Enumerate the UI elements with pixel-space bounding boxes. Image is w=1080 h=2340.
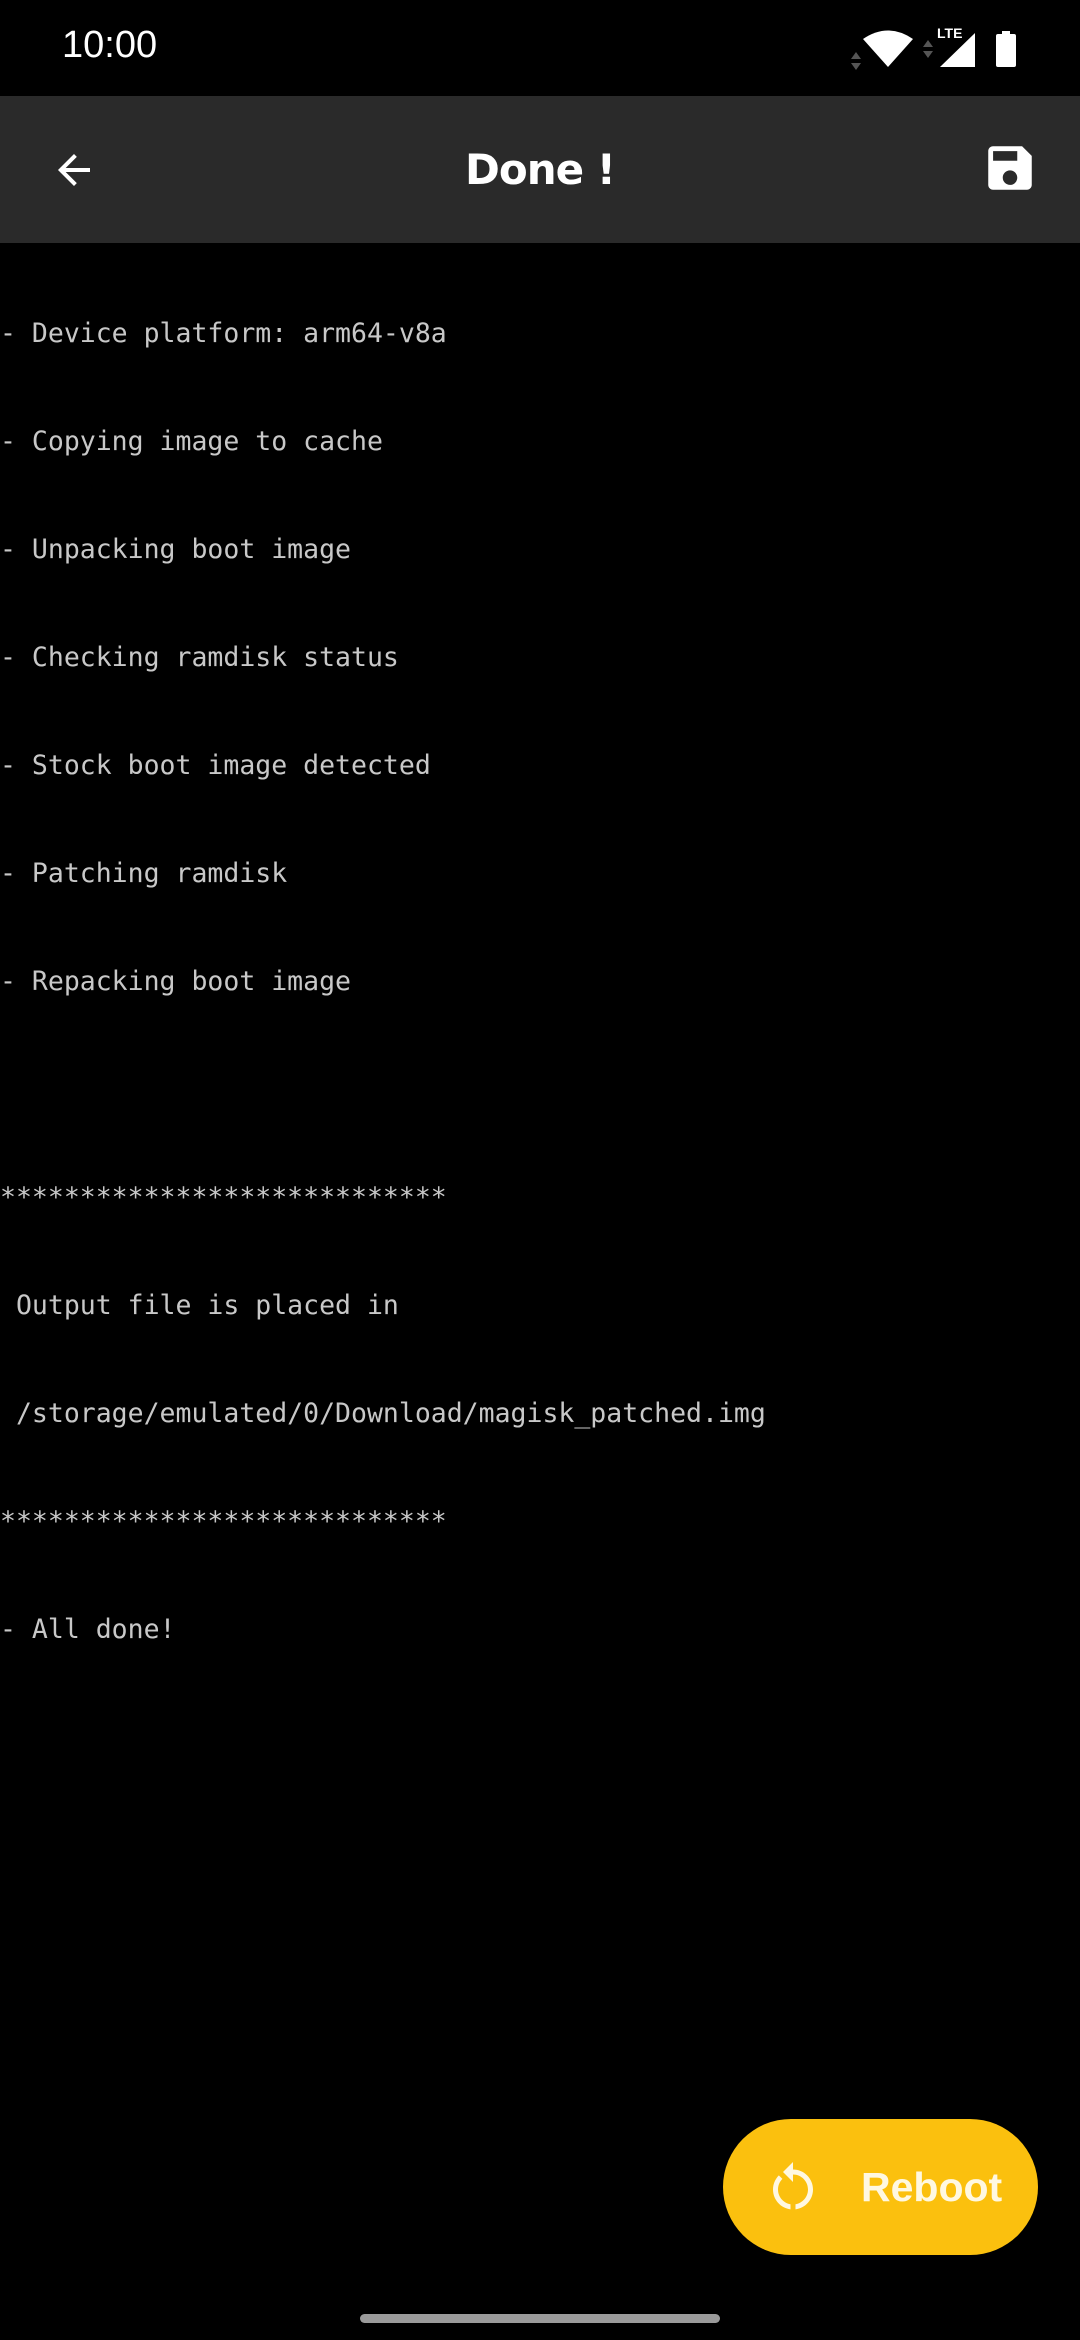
wifi-icon [863, 30, 913, 67]
console-separator: **************************** [0, 1182, 447, 1213]
console-line: - Unpacking boot image [0, 534, 351, 565]
console-line: Output file is placed in [0, 1290, 399, 1321]
save-icon [988, 146, 1032, 190]
back-button[interactable] [34, 130, 114, 210]
console-line-blank [0, 1072, 1080, 1108]
wifi-activity-icon [851, 52, 861, 70]
arrow-back-icon [58, 154, 90, 186]
battery-icon [996, 31, 1016, 67]
restart-icon [773, 2162, 813, 2210]
page-title: Done ! [465, 145, 616, 194]
console-separator: **************************** [0, 1506, 447, 1537]
app-bar: Done ! [0, 96, 1080, 243]
status-bar: 10:00 LTE [0, 0, 1080, 96]
gesture-nav-handle[interactable] [360, 2314, 720, 2323]
cellular-signal-icon [940, 33, 975, 67]
output-file-path: /storage/emulated/0/Download/magisk_patc… [0, 1398, 766, 1429]
status-icons: LTE [840, 0, 1080, 96]
console-line: - Copying image to cache [0, 426, 383, 457]
data-activity-icon [923, 40, 933, 58]
console-line: - Repacking boot image [0, 966, 351, 997]
reboot-label: Reboot [861, 2163, 1003, 2210]
console-line: - All done! [0, 1614, 176, 1645]
console-line: - Stock boot image detected [0, 750, 431, 781]
save-log-button[interactable] [970, 128, 1050, 208]
reboot-button[interactable]: Reboot [723, 2119, 1038, 2255]
console-line: - Device platform: arm64-v8a [0, 318, 447, 349]
status-clock: 10:00 [62, 24, 158, 66]
console-line: - Patching ramdisk [0, 858, 288, 889]
console-output: - Device platform: arm64-v8a - Copying i… [0, 244, 1080, 1684]
console-line: - Checking ramdisk status [0, 642, 399, 673]
